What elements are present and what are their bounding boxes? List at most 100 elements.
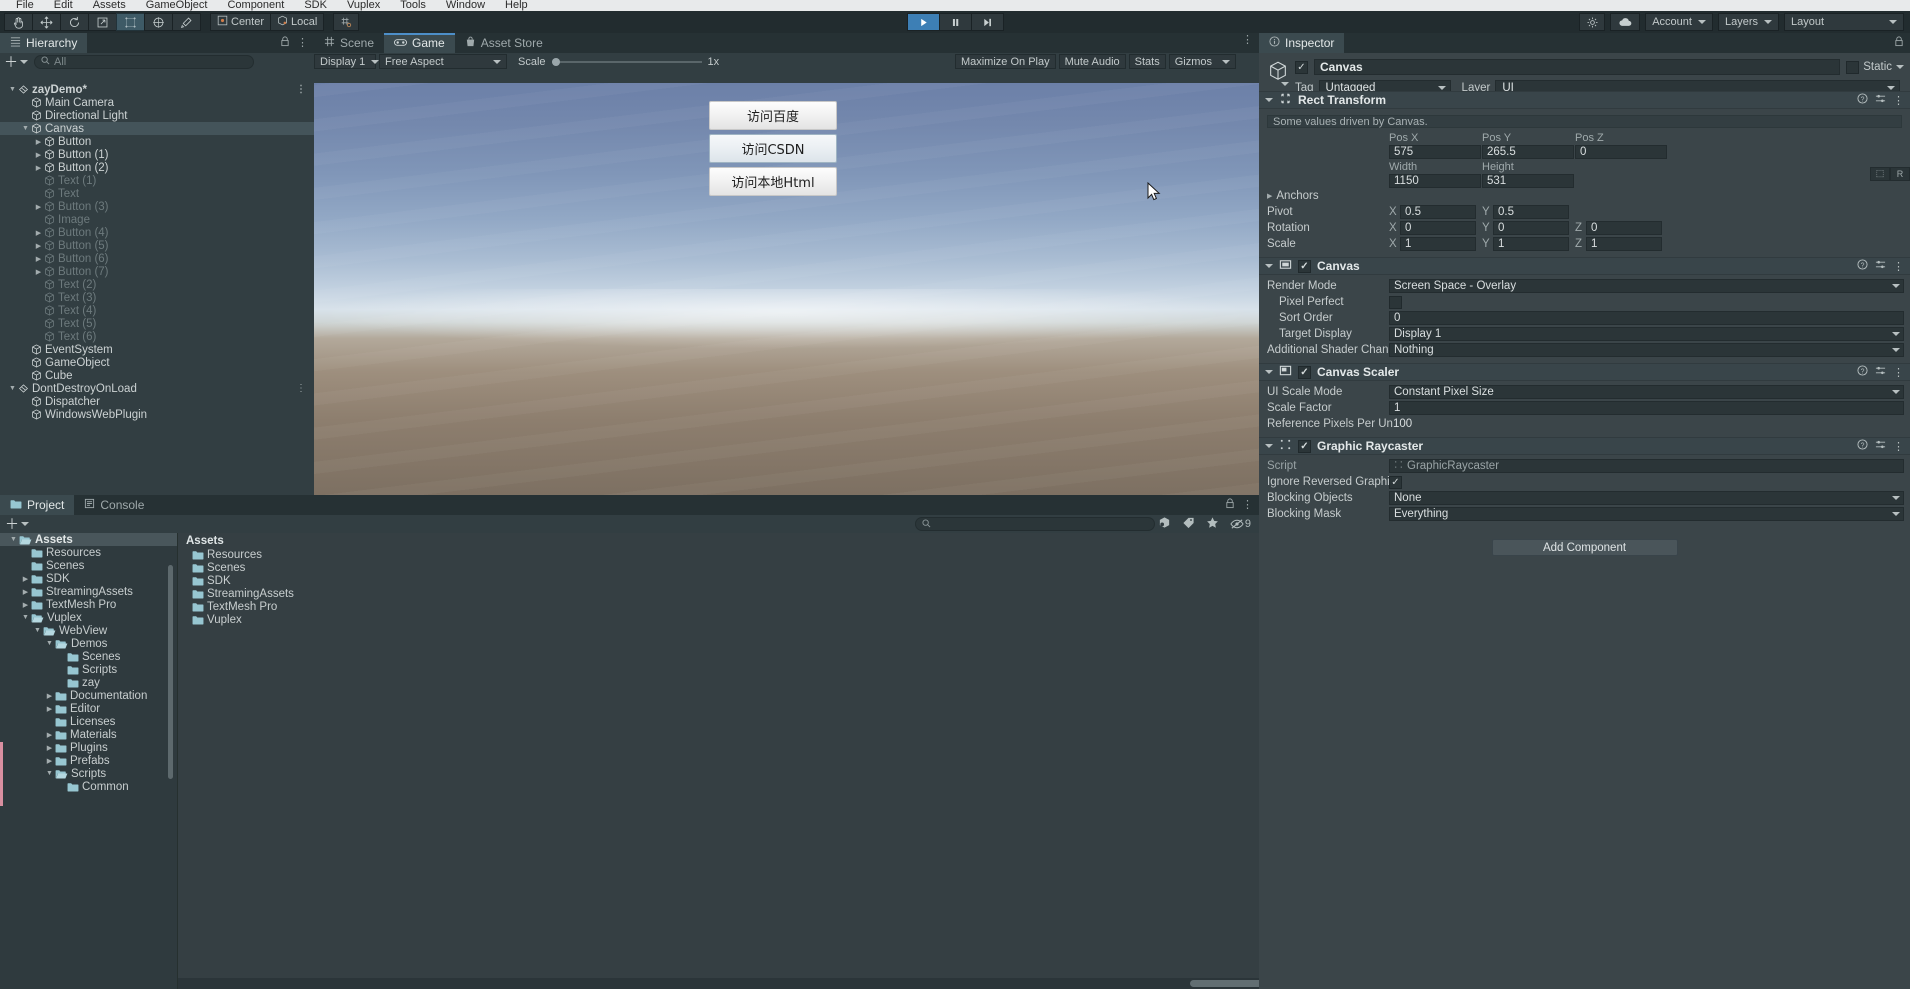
game-button-3[interactable]: 访问本地Html: [709, 167, 837, 196]
property-dropdown[interactable]: Everything: [1389, 507, 1904, 521]
field-value[interactable]: 1: [1400, 237, 1476, 251]
project-folder-common[interactable]: Common: [0, 780, 177, 793]
project-folder-scenes[interactable]: Scenes: [0, 650, 177, 663]
project-folder-vuplex[interactable]: ▼ Vuplex: [0, 611, 177, 624]
collapse-arrow-icon[interactable]: ▶: [33, 138, 44, 146]
stats-button[interactable]: Stats: [1128, 54, 1166, 69]
hierarchy-item-text-6[interactable]: Text (6): [0, 330, 314, 343]
hierarchy-add-button[interactable]: ＋: [4, 55, 28, 69]
more-options-icon[interactable]: ⋮: [297, 37, 308, 48]
scrollbar-thumb[interactable]: [1190, 980, 1259, 987]
property-value[interactable]: 1: [1389, 401, 1904, 415]
project-folder-tree[interactable]: ▼ Assets Resources Scenes ▶ SDK ▶ StreamingAsse…: [0, 533, 178, 989]
hierarchy-item-button[interactable]: ▶ Button: [0, 135, 314, 148]
chevron-down-icon[interactable]: [1896, 65, 1904, 69]
project-folder-zay[interactable]: zay: [0, 676, 177, 689]
row-more-icon[interactable]: ⋮: [296, 84, 306, 95]
hierarchy-item-gameobject[interactable]: GameObject: [0, 356, 314, 369]
hierarchy-search-input[interactable]: All: [34, 54, 254, 69]
object-enabled-checkbox[interactable]: ✓: [1295, 60, 1308, 74]
raw-toggle[interactable]: R: [1890, 166, 1910, 181]
hierarchy-item-dispatcher[interactable]: Dispatcher: [0, 395, 314, 408]
project-tree-scrollbar[interactable]: [168, 565, 173, 779]
static-checkbox[interactable]: [1846, 60, 1860, 74]
object-field[interactable]: GraphicRaycaster: [1389, 459, 1904, 473]
content-item-streamingassets[interactable]: StreamingAssets: [178, 587, 1259, 600]
component-header-canvas-scaler[interactable]: ✓ Canvas Scaler? ⋮: [1259, 363, 1910, 381]
hierarchy-item-text-5[interactable]: Text (5): [0, 317, 314, 330]
project-folder-scenes[interactable]: Scenes: [0, 559, 177, 572]
collapse-arrow-icon[interactable]: ▶: [33, 164, 44, 172]
project-folder-materials[interactable]: ▶ Materials: [0, 728, 177, 741]
chevron-down-icon[interactable]: [1281, 82, 1289, 86]
services-button[interactable]: [1579, 13, 1606, 31]
project-folder-resources[interactable]: Resources: [0, 546, 177, 559]
content-item-resources[interactable]: Resources: [178, 548, 1259, 561]
property-value[interactable]: 100: [1393, 418, 1412, 430]
expand-arrow-icon[interactable]: ▼: [7, 385, 18, 392]
project-folder-webview[interactable]: ▼ WebView: [0, 624, 177, 637]
expand-arrow-icon[interactable]: ▼: [20, 125, 31, 132]
collapse-arrow-icon[interactable]: ▶: [33, 242, 44, 250]
property-dropdown[interactable]: Constant Pixel Size: [1389, 385, 1904, 399]
gizmos-button[interactable]: Gizmos: [1168, 54, 1236, 69]
menu-item-tools[interactable]: Tools: [390, 0, 436, 11]
content-item-scenes[interactable]: Scenes: [178, 561, 1259, 574]
help-icon[interactable]: ?: [1857, 365, 1868, 379]
chevron-down-icon[interactable]: [1265, 444, 1273, 448]
preset-icon[interactable]: [1875, 439, 1886, 453]
chevron-down-icon[interactable]: [1265, 264, 1273, 268]
expand-arrow-icon[interactable]: ▼: [32, 627, 43, 634]
mute-audio-button[interactable]: Mute Audio: [1058, 54, 1126, 69]
project-folder-editor[interactable]: ▶ Editor: [0, 702, 177, 715]
scale-slider-group[interactable]: Scale 1x: [518, 56, 719, 68]
layers-button[interactable]: Layers: [1717, 13, 1779, 31]
move-tool-button[interactable]: [32, 13, 61, 31]
maximize-on-play-button[interactable]: Maximize On Play: [954, 54, 1056, 69]
menu-item-assets[interactable]: Assets: [83, 0, 136, 11]
field-value[interactable]: 0: [1575, 144, 1667, 159]
project-folder-textmesh-pro[interactable]: ▶ TextMesh Pro: [0, 598, 177, 611]
field-value[interactable]: 0: [1493, 221, 1569, 235]
scale-tool-button[interactable]: [88, 13, 117, 31]
preset-icon[interactable]: [1875, 365, 1886, 379]
property-dropdown[interactable]: Screen Space - Overlay: [1389, 279, 1904, 293]
expand-arrow-icon[interactable]: ▼: [44, 770, 55, 777]
menu-item-sdk[interactable]: SDK: [294, 0, 337, 11]
project-folder-documentation[interactable]: ▶ Documentation: [0, 689, 177, 702]
field-value[interactable]: 575: [1389, 144, 1481, 159]
collapse-arrow-icon[interactable]: ▶: [33, 203, 44, 211]
project-folder-plugins[interactable]: ▶ Plugins: [0, 741, 177, 754]
menu-item-vuplex[interactable]: Vuplex: [337, 0, 390, 11]
content-item-textmesh-pro[interactable]: TextMesh Pro: [178, 600, 1259, 613]
favorite-star-icon[interactable]: [1206, 516, 1219, 532]
component-header-canvas[interactable]: ✓ Canvas? ⋮: [1259, 257, 1910, 275]
more-options-icon[interactable]: ⋮: [1242, 35, 1253, 46]
static-toggle-row[interactable]: Static: [1846, 60, 1904, 74]
expand-arrow-icon[interactable]: ▼: [7, 86, 18, 93]
hand-tool-button[interactable]: [4, 13, 33, 31]
tab-inspector[interactable]: Inspector: [1259, 33, 1345, 53]
property-dropdown[interactable]: Display 1: [1389, 327, 1904, 341]
help-icon[interactable]: ?: [1857, 439, 1868, 453]
row-more-icon[interactable]: ⋮: [296, 383, 306, 394]
hierarchy-tree[interactable]: ▼ zayDemo* ⋮ Main Camera Directional Light ▼ C…: [0, 83, 314, 495]
collapse-arrow-icon[interactable]: ▶: [33, 268, 44, 276]
property-value[interactable]: 0: [1389, 311, 1904, 325]
collapse-arrow-icon[interactable]: ▶: [33, 151, 44, 159]
play-button[interactable]: [907, 13, 940, 31]
project-add-button[interactable]: ＋: [5, 517, 29, 531]
component-header-rect-transform[interactable]: Rect Transform? ⋮: [1259, 91, 1910, 109]
hierarchy-item-button-7[interactable]: ▶ Button (7): [0, 265, 314, 278]
collapse-arrow-icon[interactable]: ▶: [44, 705, 55, 713]
label-filter-icon[interactable]: [1182, 516, 1195, 532]
hierarchy-item-cube[interactable]: Cube: [0, 369, 314, 382]
menu-bar[interactable]: File Edit Assets GameObject Component SDK Vupl…: [0, 0, 1910, 11]
more-options-icon[interactable]: ⋮: [1893, 440, 1904, 453]
hierarchy-item-button-6[interactable]: ▶ Button (6): [0, 252, 314, 265]
content-item-sdk[interactable]: SDK: [178, 574, 1259, 587]
step-button[interactable]: [971, 13, 1004, 31]
pause-button[interactable]: [939, 13, 972, 31]
collapse-arrow-icon[interactable]: ▶: [33, 229, 44, 237]
preset-icon[interactable]: [1875, 93, 1886, 107]
